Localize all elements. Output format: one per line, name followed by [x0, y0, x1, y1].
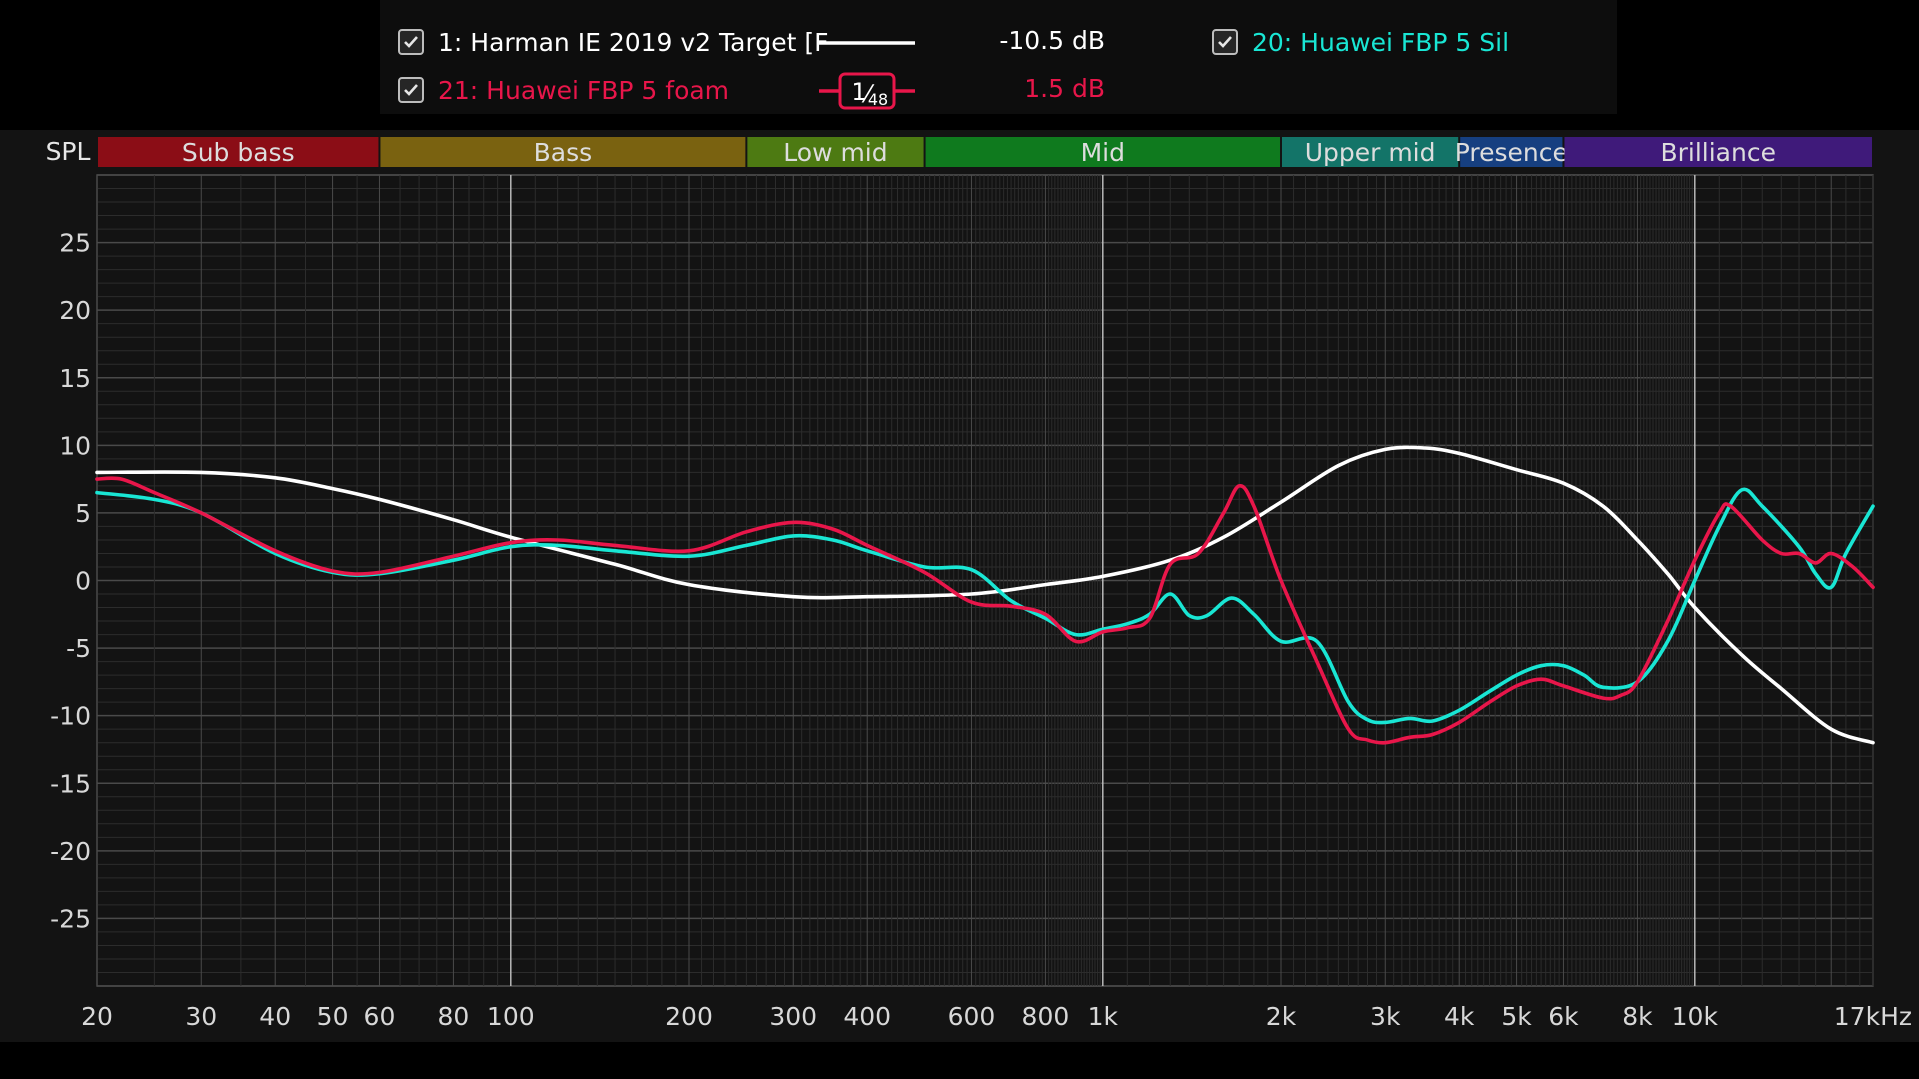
band-label: Sub bass: [182, 138, 295, 167]
y-tick-label: -10: [50, 702, 91, 731]
y-tick-label: -5: [66, 634, 91, 663]
x-tick-label: 400: [843, 1002, 891, 1031]
x-tick-label: 20: [81, 1002, 113, 1031]
x-tick-label: 80: [438, 1002, 470, 1031]
y-tick-label: -20: [50, 837, 91, 866]
band-label: Brilliance: [1660, 138, 1776, 167]
x-tick-label: 50: [317, 1002, 349, 1031]
x-tick-label: 6k: [1548, 1002, 1579, 1031]
x-tick-label: 5k: [1501, 1002, 1532, 1031]
y-tick-label: -15: [50, 769, 91, 798]
axis-labels: 2520151050-5-10-15-20-2520 30 40 50 60 80 100 2…: [50, 229, 1912, 1031]
x-tick-label: 100: [487, 1002, 535, 1031]
x-tick-label: 600: [948, 1002, 996, 1031]
y-tick-label: 25: [59, 229, 91, 258]
x-tick-label: 3k: [1370, 1002, 1401, 1031]
x-tick-label: 1k: [1088, 1002, 1119, 1031]
y-tick-label: 0: [75, 567, 91, 596]
graph-window: 1: Harman IE 2019 v2 Target [F -10.5 dB …: [0, 0, 1919, 1079]
x-tick-label: 800: [1022, 1002, 1070, 1031]
y-tick-label: -25: [50, 904, 91, 933]
y-tick-label: 20: [59, 296, 91, 325]
x-tick-label: 30: [185, 1002, 217, 1031]
band-bar: Sub bass Bass Low mid Mid Upper mid Presence B…: [98, 137, 1872, 167]
y-tick-label: 5: [75, 499, 91, 528]
band-label: Bass: [534, 138, 593, 167]
band-label: Mid: [1081, 138, 1125, 167]
x-tick-label: 40: [259, 1002, 291, 1031]
band-label: Low mid: [783, 138, 887, 167]
x-tick-label: 10k: [1672, 1002, 1719, 1031]
x-tick-label: 200: [665, 1002, 713, 1031]
y-axis-label: SPL: [46, 137, 91, 166]
y-tick-label: 10: [59, 431, 91, 460]
x-tick-label: 4k: [1444, 1002, 1475, 1031]
band-label: Upper mid: [1305, 138, 1436, 167]
x-tick-label: 17kHz: [1834, 1002, 1912, 1031]
x-tick-label: 60: [364, 1002, 396, 1031]
band-label: Presence: [1455, 138, 1568, 167]
x-tick-label: 8k: [1622, 1002, 1653, 1031]
y-tick-label: 15: [59, 364, 91, 393]
x-tick-label: 300: [769, 1002, 817, 1031]
frequency-response-chart: Sub bass Bass Low mid Mid Upper mid Presence B…: [46, 137, 1912, 1031]
x-tick-label: 2k: [1266, 1002, 1297, 1031]
